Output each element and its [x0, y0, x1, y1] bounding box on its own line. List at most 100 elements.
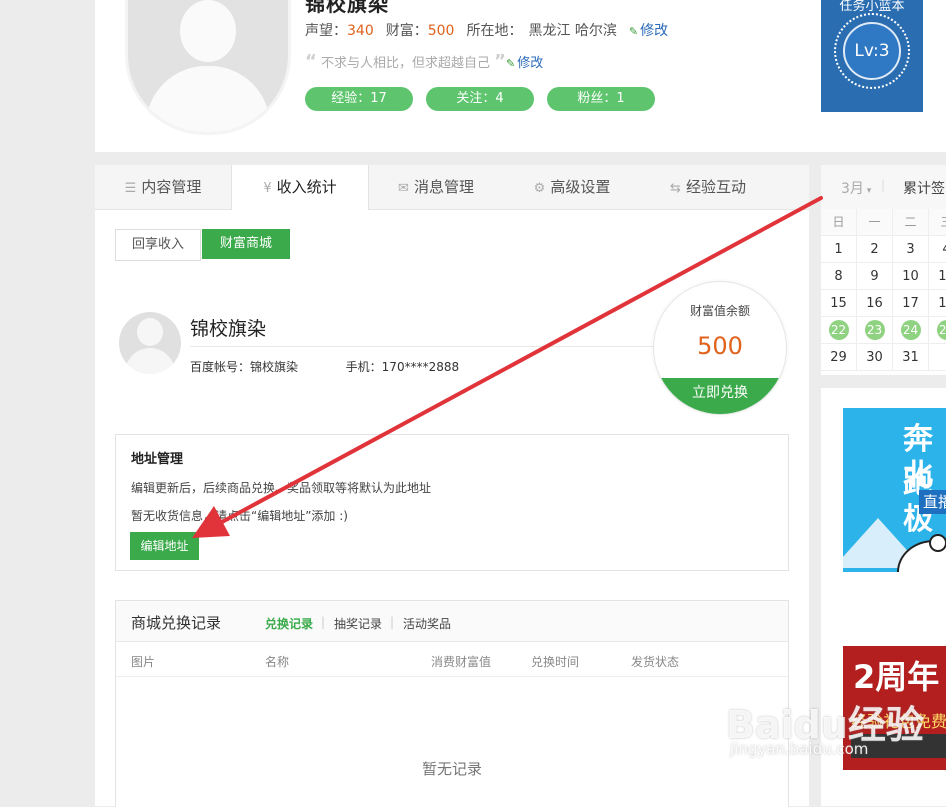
sign-in-calendar: 3月 ▾ | 累计签 日一二三1234891011151617182223242… [821, 165, 946, 375]
cumulative-sign-label: 累计签 [903, 178, 945, 198]
watermark-url: jingyan.baidu.com [730, 740, 868, 758]
tab-income-stats[interactable]: ¥ 收入统计 [231, 165, 369, 210]
calendar-weekday: 三 [929, 209, 946, 236]
column-shipping-status: 发货状态 [631, 653, 679, 670]
baidu-account: 百度帐号：锦校旗染 [190, 360, 298, 374]
divider [190, 346, 690, 347]
profile-stats: 声望：340财富：500所在地：黑龙江 哈尔滨✎修改 [305, 20, 668, 40]
calendar-month-label: 3月 [841, 181, 864, 197]
wealth-stat-label: 财富： [386, 23, 428, 39]
header-separator: | [881, 178, 885, 192]
list-icon: ☰ [125, 181, 137, 196]
avatar-head-shape [137, 318, 163, 346]
ad-banner-polar[interactable]: 奔跑 北极 直播 [843, 408, 946, 572]
calendar-day[interactable]: 16 [857, 290, 893, 317]
signed-day-marker: 24 [901, 320, 921, 340]
redeem-now-button[interactable]: 立即兑换 [654, 378, 786, 414]
calendar-day[interactable]: 11 [929, 263, 946, 290]
calendar-day[interactable]: 23 [857, 317, 893, 344]
records-tab-lottery[interactable]: 抽奖记录 [334, 615, 382, 632]
calendar-month-select[interactable]: 3月 ▾ [841, 178, 871, 198]
calendar-day [929, 344, 946, 371]
calendar-day[interactable]: 18 [929, 290, 946, 317]
phone-number: 手机：170****2888 [346, 360, 459, 374]
address-hint: 编辑更新后，后续商品兑换、奖品领取等将默认为此地址 [131, 479, 431, 496]
signed-day-marker: 23 [865, 320, 885, 340]
calendar-day[interactable]: 10 [893, 263, 929, 290]
wealth-stat-value: 500 [428, 23, 455, 39]
chevron-down-icon: ▾ [864, 186, 871, 196]
calendar-day[interactable]: 25 [929, 317, 946, 344]
calendar-day[interactable]: 1 [821, 236, 857, 263]
profile-username: 锦校旗染 [305, 0, 389, 17]
level-badge[interactable]: 任务小蓝本 Lv:3 [821, 0, 923, 112]
ad-headline: 2周年 [853, 652, 939, 698]
calendar-weekday: 日 [821, 209, 857, 236]
calendar-weekday: 二 [893, 209, 929, 236]
pencil-icon: ✎ [506, 57, 515, 70]
calendar-day[interactable]: 31 [893, 344, 929, 371]
subtab-wealth-mall[interactable]: 财富商城 [202, 229, 290, 259]
tab-label: 消息管理 [414, 178, 474, 196]
tab-label: 高级设置 [550, 178, 610, 196]
calendar-weekday: 一 [857, 209, 893, 236]
close-quote-icon: ” [494, 51, 506, 72]
wealth-balance-card: 财富值余额 500 立即兑换 [653, 281, 787, 415]
reputation-value: 340 [347, 23, 374, 39]
records-tab-activity[interactable]: 活动奖品 [403, 615, 451, 632]
wealth-balance-value: 500 [654, 332, 786, 360]
location-value: 黑龙江 哈尔滨 [528, 23, 616, 39]
edit-motto-link[interactable]: 修改 [517, 56, 543, 71]
calendar-day[interactable]: 17 [893, 290, 929, 317]
edit-location-link[interactable]: 修改 [640, 23, 668, 39]
calendar-day[interactable]: 15 [821, 290, 857, 317]
tab-separator: | [390, 615, 394, 629]
yen-icon: ¥ [263, 181, 271, 196]
address-management-box: 地址管理 编辑更新后，后续商品兑换、奖品领取等将默认为此地址 暂无收货信息，请点… [115, 434, 789, 571]
address-empty-hint: 暂无收货信息，请点击“编辑地址”添加 :) [131, 507, 348, 524]
badge-title: 任务小蓝本 [821, 0, 923, 14]
subtab-share-income[interactable]: 回享收入 [115, 229, 201, 261]
tab-separator: | [321, 615, 325, 629]
profile-motto: “ 不求与人相比，但求超越自己 ”✎修改 [305, 51, 543, 72]
ad-live-tag: 直播 [919, 490, 946, 514]
shop-user-name: 锦校旗染 [190, 314, 266, 341]
column-wealth-spent: 消费财富值 [431, 653, 491, 670]
tab-experience-interaction[interactable]: ⇆经验互动 [640, 165, 776, 209]
experience-pill[interactable]: 经验：17 [305, 87, 413, 111]
motto-text: 不求与人相比，但求超越自己 [321, 56, 490, 71]
fans-pill[interactable]: 粉丝：1 [547, 87, 655, 111]
records-tab-exchange[interactable]: 兑换记录 [265, 615, 313, 632]
calendar-day[interactable]: 29 [821, 344, 857, 371]
calendar-day[interactable]: 30 [857, 344, 893, 371]
tab-label: 收入统计 [277, 178, 337, 196]
edit-address-button[interactable]: 编辑地址 [130, 532, 199, 560]
profile-avatar[interactable] [125, 0, 291, 135]
tab-advanced-settings[interactable]: ⚙高级设置 [504, 165, 640, 209]
avatar-body-shape [125, 348, 175, 374]
avatar-body-shape [146, 66, 270, 135]
calendar-day[interactable]: 2 [857, 236, 893, 263]
following-pill[interactable]: 关注：4 [426, 87, 534, 111]
column-name: 名称 [265, 653, 289, 670]
user-avatar [119, 312, 181, 374]
tab-label: 内容管理 [141, 178, 201, 196]
location-label: 所在地： [466, 23, 522, 39]
open-quote-icon: “ [305, 51, 317, 72]
tab-message-management[interactable]: ✉消息管理 [368, 165, 504, 209]
wealth-balance-label: 财富值余额 [654, 302, 786, 319]
calendar-day[interactable]: 22 [821, 317, 857, 344]
main-panel: ☰内容管理 ¥收入统计 ✉消息管理 ⚙高级设置 ⇆经验互动 回享收入 财富商城 … [95, 165, 809, 806]
calendar-day[interactable]: 9 [857, 263, 893, 290]
calendar-day[interactable]: 3 [893, 236, 929, 263]
calendar-day[interactable]: 4 [929, 236, 946, 263]
signed-day-marker: 25 [937, 320, 946, 340]
badge-ring: Lv:3 [834, 13, 910, 89]
bear-ear-shape [929, 534, 946, 552]
calendar-day[interactable]: 8 [821, 263, 857, 290]
swap-icon: ⇆ [670, 181, 681, 196]
calendar-day[interactable]: 24 [893, 317, 929, 344]
column-image: 图片 [131, 653, 155, 670]
records-title: 商城兑换记录 [131, 612, 221, 633]
tab-content-management[interactable]: ☰ 内容管理 [95, 165, 231, 209]
